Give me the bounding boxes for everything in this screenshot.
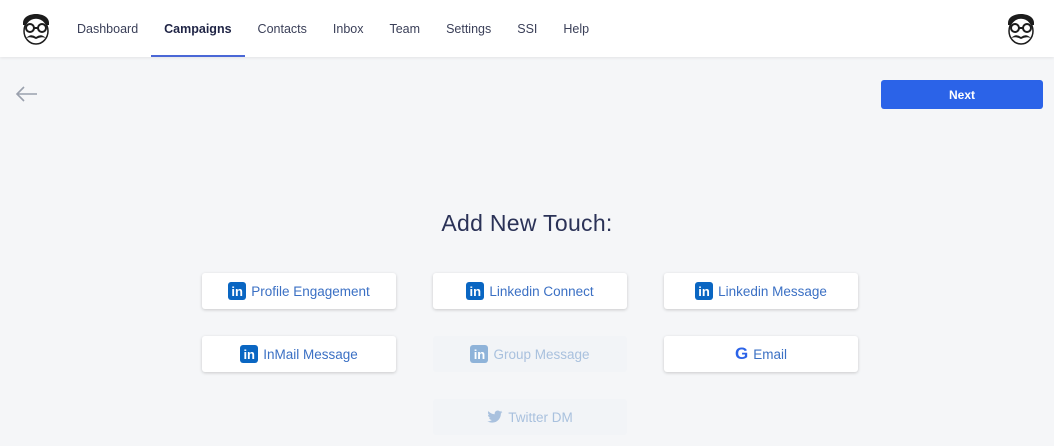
nav-item-ssi[interactable]: SSI (504, 0, 550, 57)
nav-item-campaigns[interactable]: Campaigns (151, 0, 245, 57)
linkedin-icon: in (470, 345, 489, 363)
nav-item-team[interactable]: Team (376, 0, 433, 57)
twitter-icon (487, 410, 503, 423)
nav-item-contacts[interactable]: Contacts (245, 0, 320, 57)
linkedin-icon: in (695, 282, 714, 300)
email-button[interactable]: G Email (664, 336, 858, 372)
touch-label: Linkedin Connect (489, 283, 594, 299)
nav-item-dashboard[interactable]: Dashboard (64, 0, 151, 57)
nav-item-help[interactable]: Help (550, 0, 602, 57)
top-navbar: Dashboard Campaigns Contacts Inbox Team … (0, 0, 1054, 57)
arrow-left-icon[interactable] (14, 84, 40, 104)
touch-label: Group Message (493, 346, 590, 362)
touch-label: Profile Engagement (251, 283, 370, 299)
linkedin-icon: in (228, 282, 247, 300)
main-nav: Dashboard Campaigns Contacts Inbox Team … (64, 0, 602, 57)
linkedin-icon: in (466, 282, 485, 300)
mustache-glasses-avatar-icon[interactable] (18, 6, 54, 48)
touch-label: Linkedin Message (718, 283, 827, 299)
profile-engagement-button[interactable]: in Profile Engagement (202, 273, 396, 309)
touch-label: Twitter DM (508, 409, 573, 425)
inmail-message-button[interactable]: in InMail Message (202, 336, 396, 372)
nav-item-settings[interactable]: Settings (433, 0, 504, 57)
page-title: Add New Touch: (441, 210, 613, 236)
user-avatar-icon[interactable] (1003, 6, 1039, 48)
nav-item-inbox[interactable]: Inbox (320, 0, 377, 57)
next-button[interactable]: Next (881, 80, 1043, 109)
touch-label: InMail Message (263, 346, 358, 362)
linkedin-icon: in (240, 345, 259, 363)
linkedin-message-button[interactable]: in Linkedin Message (664, 273, 858, 309)
touch-label: Email (753, 346, 787, 362)
google-icon: G (735, 344, 749, 363)
linkedin-connect-button[interactable]: in Linkedin Connect (433, 273, 627, 309)
group-message-button[interactable]: in Group Message (433, 336, 627, 372)
twitter-dm-button[interactable]: Twitter DM (433, 399, 627, 435)
